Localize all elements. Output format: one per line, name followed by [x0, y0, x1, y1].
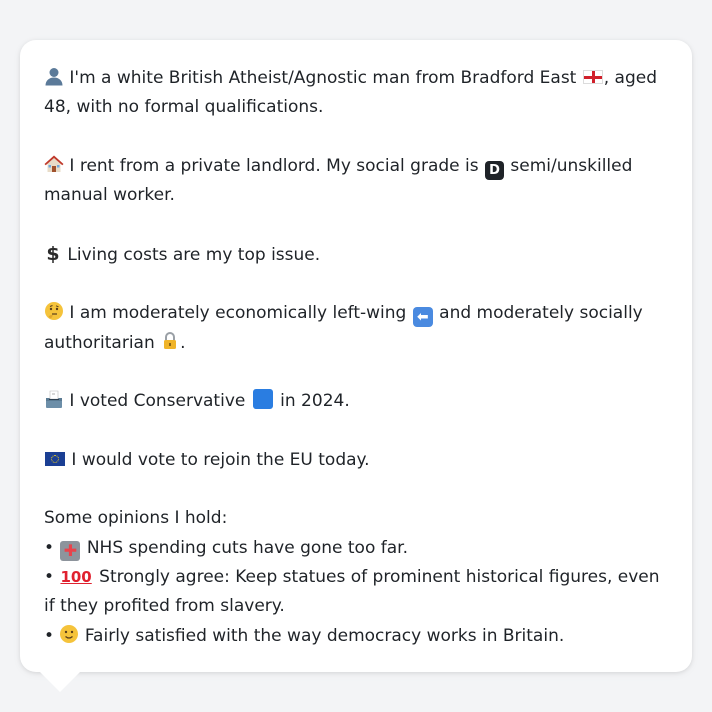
persona-eu-view: I would vote to rejoin the EU today. [44, 446, 668, 475]
persona-housing: I rent from a private landlord. My socia… [44, 152, 668, 211]
blue-square-icon [252, 389, 273, 410]
dollar-sign-icon: $ [46, 242, 60, 265]
eu-flag-icon [45, 451, 65, 466]
housing-text-start: I rent from a private landlord. My socia… [69, 155, 479, 176]
top-issue-text: Living costs are my top issue. [67, 244, 321, 265]
bullet: • [44, 625, 55, 646]
persona-top-issue: $ Living costs are my top issue. [44, 240, 668, 270]
left-arrow-icon: ⬅ [412, 307, 433, 328]
persona-vote-2024: I voted Conservative in 2024. [44, 387, 668, 416]
opinions-section: Some opinions I hold: • ✚ NHS spending c… [44, 504, 668, 650]
opinion-text: NHS spending cuts have gone too far. [86, 537, 409, 558]
list-item: • 100 Strongly agree: Keep statues of pr… [44, 563, 668, 622]
bubble-tail [40, 672, 80, 692]
chat-message-bubble: I'm a white British Atheist/Agnostic man… [20, 40, 692, 672]
ideology-text-end: . [180, 332, 186, 353]
opinion-text: Fairly satisfied with the way democracy … [84, 625, 565, 646]
eu-view-text: I would vote to rejoin the EU today. [71, 449, 370, 470]
letter-d-icon: D [485, 160, 504, 180]
opinion-text: Strongly agree: Keep statues of prominen… [44, 567, 660, 617]
vote-text-start: I voted Conservative [69, 391, 246, 412]
house-icon [44, 155, 64, 176]
bullet: • [44, 567, 55, 588]
identity-text-start: I'm a white British Atheist/Agnostic man… [69, 68, 577, 88]
hundred-points-icon: 100 [60, 568, 92, 587]
bullet: • [44, 537, 55, 558]
slightly-smiling-face-icon [59, 624, 79, 646]
person-silhouette-icon [44, 68, 64, 88]
persona-ideology: I am moderately economically left-wing ⬅… [44, 299, 668, 358]
ballot-box-icon [44, 390, 64, 411]
persona-identity: I'm a white British Atheist/Agnostic man… [44, 64, 668, 123]
england-flag-icon [582, 70, 603, 84]
thinking-face-icon [44, 302, 64, 323]
list-item: • Fairly satisfied with the way democrac… [44, 622, 668, 651]
opinions-heading: Some opinions I hold: [44, 508, 228, 529]
vote-text-end: in 2024. [280, 391, 350, 412]
lock-icon [160, 331, 180, 353]
list-item: • ✚ NHS spending cuts have gone too far. [44, 534, 668, 563]
page: I'm a white British Atheist/Agnostic man… [0, 0, 712, 712]
ideology-text-start: I am moderately economically left-wing [69, 303, 407, 324]
hospital-icon: ✚ [60, 540, 81, 561]
